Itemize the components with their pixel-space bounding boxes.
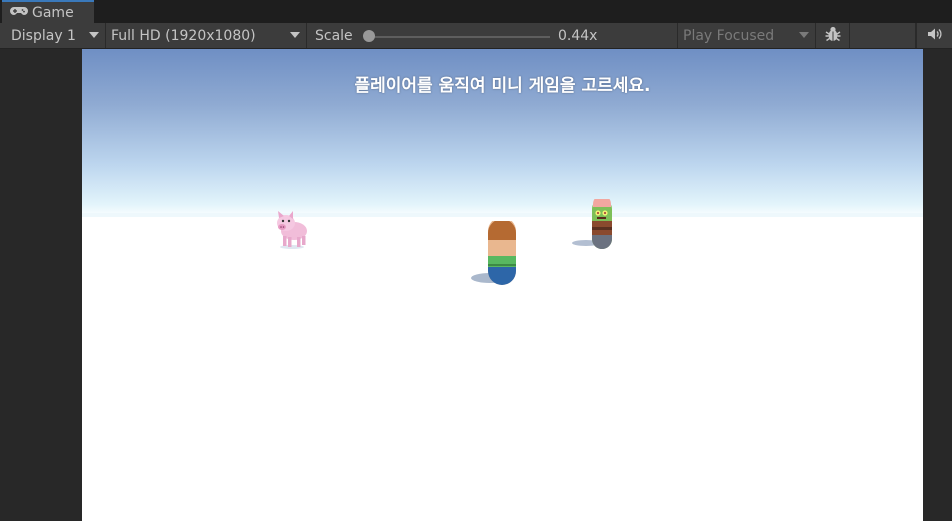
scale-slider-thumb[interactable] <box>363 30 375 42</box>
game-toolbar: Display 1 Full HD (1920x1080) Scale 0.44… <box>0 23 952 49</box>
play-mode-label: Play Focused <box>683 27 775 44</box>
scale-label: Scale <box>315 27 353 44</box>
zombie-character[interactable] <box>572 199 620 251</box>
resolution-label: Full HD (1920x1080) <box>111 27 256 44</box>
scale-slider-track[interactable] <box>370 36 550 38</box>
gamepad-icon <box>10 5 32 21</box>
tab-bar: Game <box>0 0 952 23</box>
pig-character[interactable] <box>274 209 310 251</box>
speaker-icon <box>927 27 943 45</box>
instruction-text: 플레이어를 움직여 미니 게임을 고르세요. <box>354 76 651 96</box>
game-viewport[interactable]: 플레이어를 움직여 미니 게임을 고르세요. <box>82 49 923 521</box>
chevron-down-icon <box>799 32 809 38</box>
chevron-down-icon <box>290 32 300 38</box>
stats-button[interactable] <box>816 23 850 48</box>
mute-audio-button[interactable] <box>916 23 952 48</box>
play-mode-dropdown[interactable]: Play Focused <box>678 23 816 48</box>
horizon-line <box>82 213 923 217</box>
player-character[interactable] <box>468 221 524 287</box>
tab-game-label: Game <box>32 4 74 21</box>
display-label: Display 1 <box>11 27 76 44</box>
resolution-dropdown[interactable]: Full HD (1920x1080) <box>106 23 307 48</box>
toolbar-spacer <box>850 23 916 48</box>
chevron-down-icon <box>89 32 99 38</box>
tab-game[interactable]: Game <box>2 0 94 23</box>
display-dropdown[interactable]: Display 1 <box>0 23 106 48</box>
scale-value: 0.44x <box>558 28 598 44</box>
bug-icon <box>824 25 842 47</box>
